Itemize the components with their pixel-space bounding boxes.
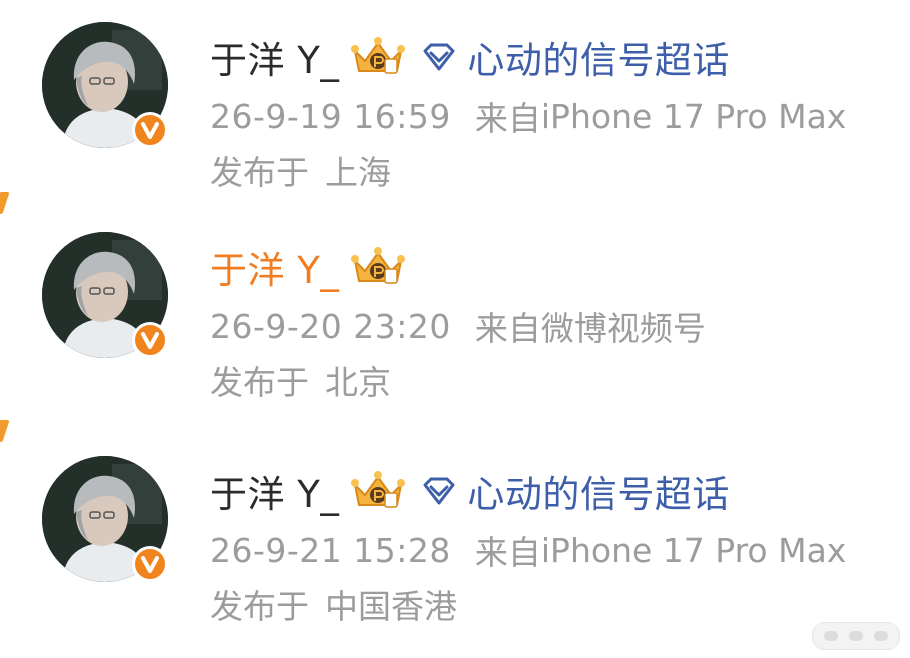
topic-label: 心动的信号超话 <box>467 39 730 82</box>
topic-link[interactable]: 心动的信号超话 <box>421 30 730 84</box>
avatar[interactable] <box>42 456 170 584</box>
edge-mark <box>0 420 10 442</box>
name-row: 于洋 Y_ 心动的信号超话 <box>210 32 730 82</box>
crown-vip-icon[interactable] <box>349 469 407 513</box>
location-value: 上海 <box>325 153 391 192</box>
meta-row: 26-9-19 16:59 来自 iPhone 17 Pro Max <box>210 94 847 139</box>
topic-link[interactable]: 心动的信号超话 <box>421 464 730 518</box>
source-prefix: 来自 <box>474 533 541 572</box>
verified-v-icon <box>132 546 168 582</box>
source-device: iPhone 17 Pro Max <box>540 96 847 136</box>
diamond-icon <box>423 477 455 505</box>
location-value: 北京 <box>325 363 391 402</box>
crown-vip-icon[interactable] <box>349 35 407 79</box>
source-device: iPhone 17 Pro Max <box>540 530 847 570</box>
location-row: 发布于 上海 <box>210 148 391 192</box>
verified-v-icon <box>132 112 168 148</box>
username-link[interactable]: 于洋 Y_ <box>210 464 339 518</box>
location-value: 中国香港 <box>325 587 457 626</box>
location-row: 发布于 中国香港 <box>210 582 457 626</box>
avatar[interactable] <box>42 232 170 360</box>
watermark <box>812 622 900 650</box>
username-link[interactable]: 于洋 Y_ <box>210 240 339 294</box>
crown-vip-icon[interactable] <box>349 245 407 289</box>
username-link[interactable]: 于洋 Y_ <box>210 30 339 84</box>
diamond-icon <box>423 43 455 71</box>
location-label: 发布于 <box>210 587 309 626</box>
name-row: 于洋 Y_ 心动的信号超话 <box>210 466 730 516</box>
location-row: 发布于 北京 <box>210 358 391 402</box>
location-label: 发布于 <box>210 363 309 402</box>
post-header: 于洋 Y_ 26-9-20 23:20 来自 微博视频号 发布于 北京 <box>0 192 910 426</box>
source-prefix: 来自 <box>474 99 541 138</box>
verified-v-icon <box>132 322 168 358</box>
post-time: 26-9-21 15:28 <box>210 530 451 570</box>
avatar[interactable] <box>42 22 170 150</box>
post-time: 26-9-20 23:20 <box>210 306 451 346</box>
source-device: 微博视频号 <box>540 309 706 348</box>
meta-row: 26-9-20 23:20 来自 微博视频号 <box>210 304 706 349</box>
location-label: 发布于 <box>210 153 309 192</box>
source-prefix: 来自 <box>474 309 541 348</box>
topic-label: 心动的信号超话 <box>467 473 730 516</box>
post-time: 26-9-19 16:59 <box>210 96 451 136</box>
post-header: 于洋 Y_ 心动的信号超话 26-9-19 16:59 来自 iPhone 17… <box>0 18 910 218</box>
name-row: 于洋 Y_ <box>210 242 407 292</box>
post-header: 于洋 Y_ 心动的信号超话 26-9-21 15:28 来自 iPhone 17… <box>0 420 910 644</box>
meta-row: 26-9-21 15:28 来自 iPhone 17 Pro Max <box>210 528 847 573</box>
